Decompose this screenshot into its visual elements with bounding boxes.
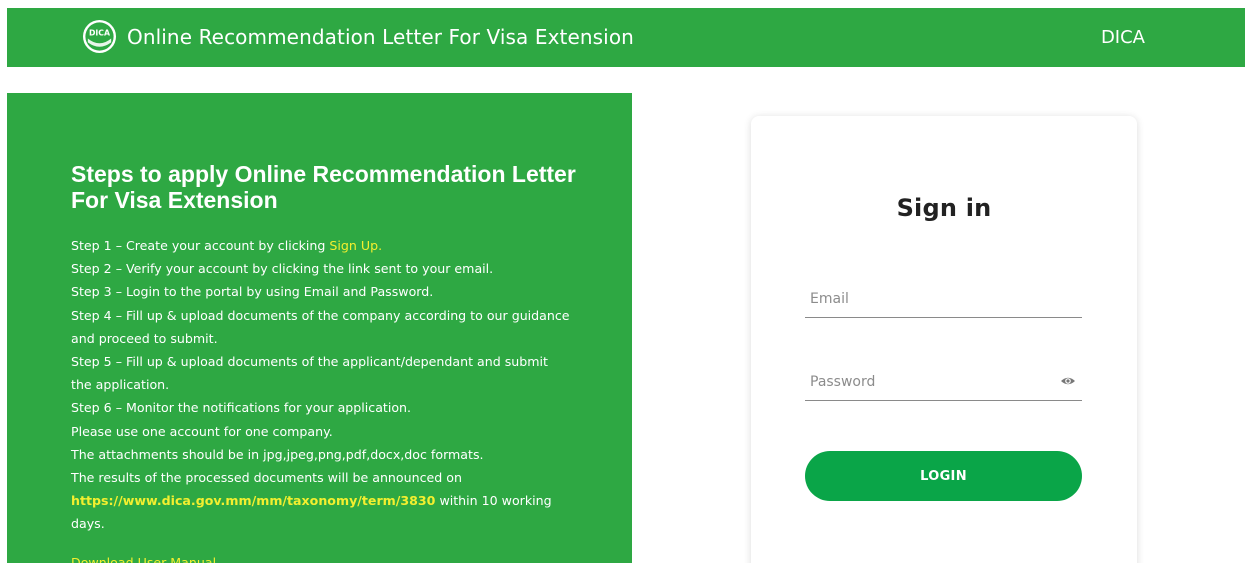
brand-link[interactable]: DICA <box>1101 25 1145 51</box>
instructions-heading: Steps to apply Online Recommendation Let… <box>71 161 576 213</box>
steps-list: Step 1 – Create your account by clicking… <box>71 234 571 536</box>
svg-text:DICA: DICA <box>89 29 110 38</box>
note-attachment-formats: The attachments should be in jpg,jpeg,pn… <box>71 446 484 462</box>
page: DICA Online Recommendation Letter For Vi… <box>0 0 1252 563</box>
step-1-text: Step 1 – Create your account by clicking <box>71 238 330 253</box>
step-3: Step 3 – Login to the portal by using Em… <box>71 284 434 300</box>
step-4: Step 4 – Fill up & upload documents of t… <box>71 307 570 346</box>
email-input[interactable] <box>810 288 1050 310</box>
instructions-panel: Steps to apply Online Recommendation Let… <box>7 93 632 563</box>
top-navbar: DICA Online Recommendation Letter For Vi… <box>7 8 1245 67</box>
eye-icon[interactable] <box>1060 373 1076 389</box>
login-button[interactable]: LOGIN <box>805 451 1082 501</box>
step-5: Step 5 – Fill up & upload documents of t… <box>71 354 548 393</box>
step-1: Step 1 – Create your account by clicking… <box>71 234 571 257</box>
signin-card: Sign in LOGIN <box>751 116 1137 563</box>
step-6: Step 6 – Monitor the notifications for y… <box>71 400 412 416</box>
note-results-text: The results of the processed documents w… <box>71 470 462 486</box>
results-url-link[interactable]: https://www.dica.gov.mm/mm/taxonomy/term… <box>71 493 435 508</box>
note-one-account: Please use one account for one company. <box>71 423 333 439</box>
email-field <box>805 280 1082 318</box>
password-input[interactable] <box>810 371 1050 393</box>
sign-up-link[interactable]: Sign Up. <box>329 238 382 253</box>
download-user-manual-link[interactable]: Download User Manual <box>71 551 216 563</box>
dica-logo-icon[interactable]: DICA <box>82 19 117 54</box>
password-field <box>805 363 1082 401</box>
step-2: Step 2 – Verify your account by clicking… <box>71 261 494 277</box>
note-results: The results of the processed documents w… <box>71 466 571 536</box>
app-title: Online Recommendation Letter For Visa Ex… <box>127 25 634 49</box>
signin-title: Sign in <box>896 194 992 222</box>
